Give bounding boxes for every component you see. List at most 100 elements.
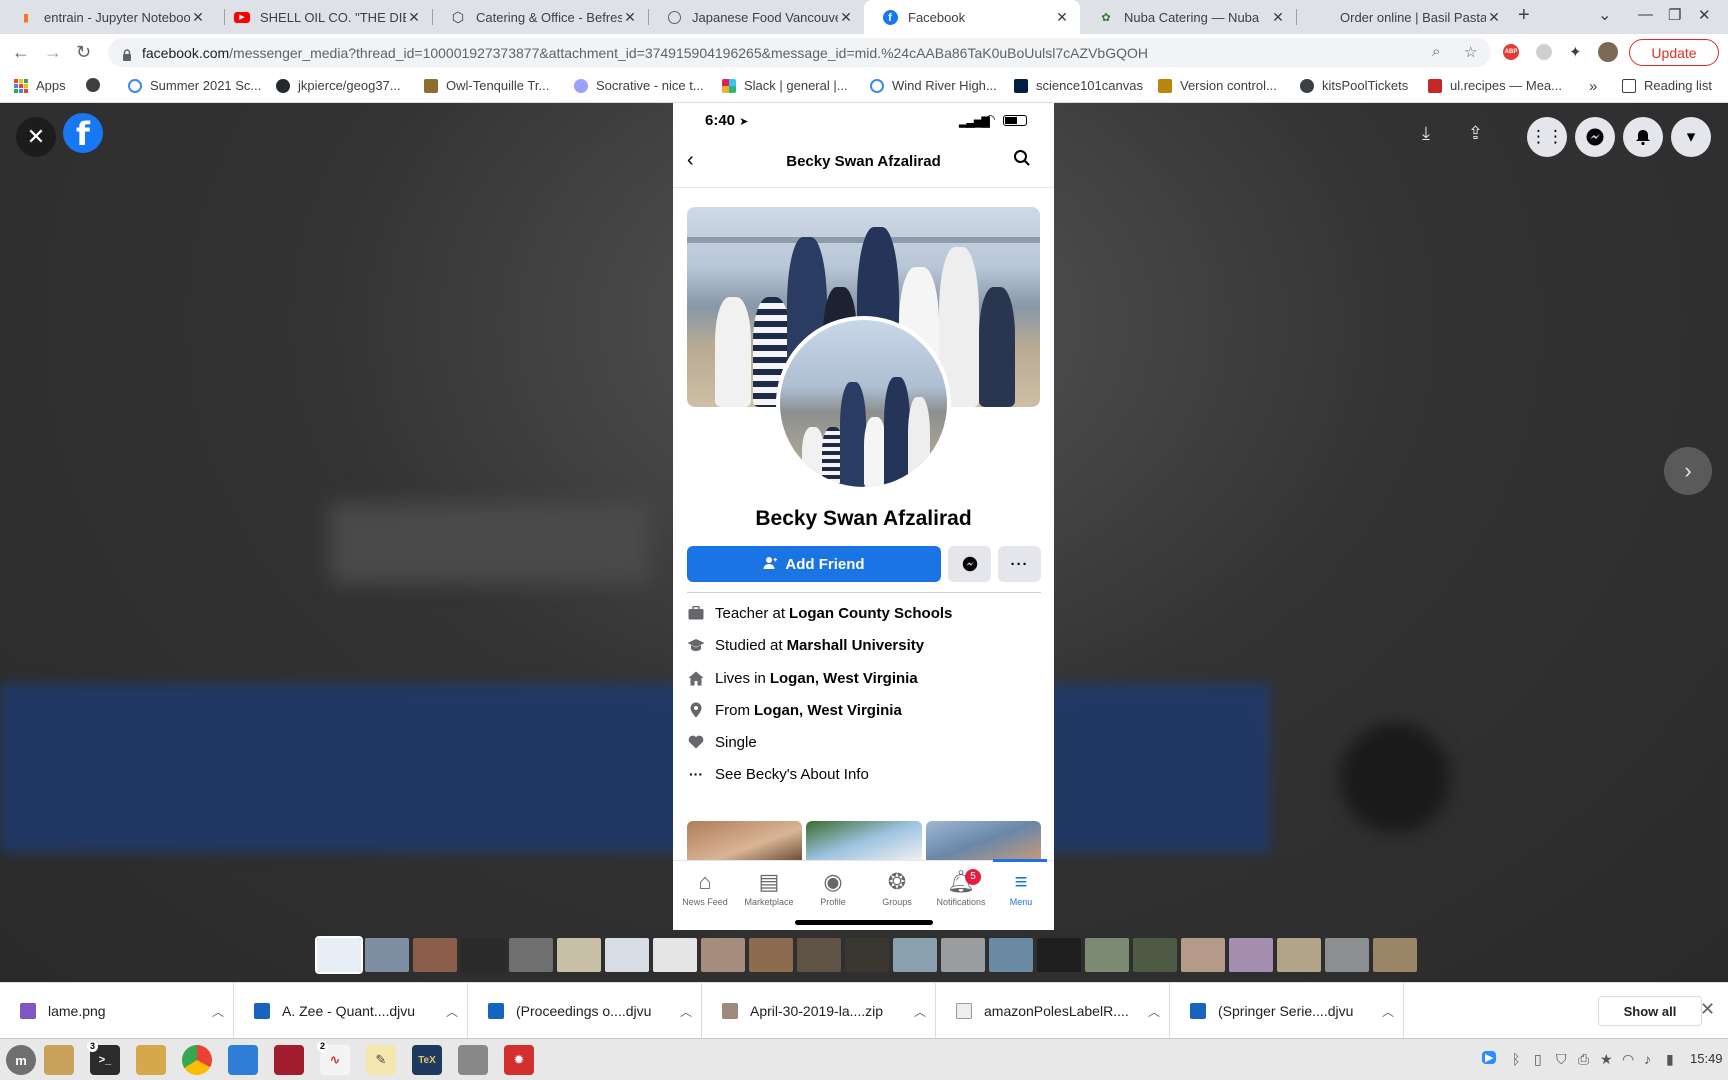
tab-facebook[interactable]: f Facebook ✕ [864, 0, 1080, 34]
forward-icon[interactable]: → [44, 42, 62, 63]
text-editor-icon[interactable]: ✎ [366, 1045, 396, 1075]
bookmark-summer-2021[interactable]: Summer 2021 Sc... [128, 78, 261, 93]
show-all-downloads-button[interactable]: Show all [1598, 996, 1702, 1026]
chevron-up-icon[interactable]: ︿ [905, 1003, 935, 1020]
linux-mint-menu-icon[interactable]: m [6, 1045, 36, 1075]
chevron-up-icon[interactable]: ︿ [437, 1003, 467, 1020]
folder-icon[interactable] [136, 1045, 166, 1075]
bookmark-wind-river[interactable]: Wind River High... [870, 78, 997, 93]
video-player-icon[interactable] [228, 1045, 258, 1075]
zoom-icon[interactable]: ⌕ [1432, 43, 1440, 60]
tab-japanese-food[interactable]: Japanese Food Vancouve ✕ [648, 0, 864, 34]
update-button[interactable]: Update [1629, 39, 1719, 66]
wifi-icon[interactable]: ◠ [1622, 1051, 1634, 1068]
share-icon[interactable]: ⇪ [1468, 123, 1483, 144]
media-thumbnail[interactable] [1181, 938, 1225, 972]
reload-icon[interactable]: ↻ [76, 42, 91, 63]
download-item[interactable]: amazonPolesLabelR.... ︿ [936, 983, 1170, 1039]
bookmark-kits-pool[interactable]: kitsPoolTickets [1300, 78, 1408, 93]
download-item[interactable]: lame.png ︿ [0, 983, 234, 1039]
media-thumbnail[interactable] [749, 938, 793, 972]
media-thumbnail[interactable] [365, 938, 409, 972]
media-thumbnail[interactable] [509, 938, 553, 972]
volume-icon[interactable]: ♪ [1644, 1051, 1651, 1067]
media-thumbnail[interactable] [461, 938, 505, 972]
bookmark-apps[interactable]: Apps [14, 78, 66, 93]
extension-icon[interactable] [1536, 44, 1552, 60]
chevron-up-icon[interactable]: ︿ [1373, 1003, 1403, 1020]
adblock-icon[interactable]: ABP [1503, 44, 1519, 60]
bookmark-owl-tenquille[interactable]: Owl-Tenquille Tr... [424, 78, 549, 93]
download-item[interactable]: A. Zee - Quant....djvu ︿ [234, 983, 468, 1039]
download-item[interactable]: April-30-2019-la....zip ︿ [702, 983, 936, 1039]
close-tab-icon[interactable]: ✕ [622, 9, 638, 26]
reading-list[interactable]: Reading list [1622, 78, 1712, 93]
tab-basil-pasta[interactable]: Order online | Basil Pasta ✕ [1296, 0, 1512, 34]
system-icon[interactable] [458, 1045, 488, 1075]
notifications-button[interactable] [1623, 117, 1663, 157]
media-thumbnail[interactable] [413, 938, 457, 972]
messenger-button[interactable] [1575, 117, 1615, 157]
bookmark-slack[interactable]: Slack | general |... [722, 78, 848, 93]
close-viewer-button[interactable]: ✕ [16, 117, 56, 157]
download-icon[interactable]: ⤓ [1422, 123, 1430, 144]
account-menu-button[interactable]: ▾ [1671, 117, 1711, 157]
media-thumbnail[interactable] [1325, 938, 1369, 972]
bookmark-science101[interactable]: science101canvas [1014, 78, 1143, 93]
tab-search-icon[interactable]: ⌄ [1598, 5, 1611, 25]
media-thumbnail[interactable] [1277, 938, 1321, 972]
restore-icon[interactable]: ❐ [1668, 6, 1681, 24]
terminal-icon[interactable]: >_ 3 [87, 1041, 120, 1075]
close-downloads-icon[interactable]: ✕ [1700, 999, 1715, 1020]
address-bar[interactable]: facebook.com/messenger_media?thread_id=1… [108, 38, 1491, 67]
tab-shell-oil[interactable]: ▶ SHELL OIL CO. "THE DIESE ✕ [216, 0, 432, 34]
media-thumbnail[interactable] [557, 938, 601, 972]
close-tab-icon[interactable]: ✕ [406, 9, 422, 26]
download-item[interactable]: (Proceedings o....djvu ︿ [468, 983, 702, 1039]
minimize-icon[interactable]: — [1638, 6, 1653, 23]
back-icon[interactable]: ← [12, 42, 30, 63]
media-thumbnail[interactable] [315, 936, 363, 974]
media-thumbnail[interactable] [1085, 938, 1129, 972]
close-window-icon[interactable]: ✕ [1698, 6, 1711, 24]
media-thumbnail[interactable] [1133, 938, 1177, 972]
close-tab-icon[interactable]: ✕ [1054, 9, 1070, 26]
media-thumbnail[interactable] [653, 938, 697, 972]
media-thumbnail[interactable] [941, 938, 985, 972]
tex-icon[interactable]: TeX [412, 1045, 442, 1075]
tab-jupyter[interactable]: ▮ entrain - Jupyter Noteboo ✕ [0, 0, 216, 34]
chevron-up-icon[interactable]: ︿ [1139, 1003, 1169, 1020]
clipboard-icon[interactable]: ▯ [1534, 1051, 1542, 1068]
close-tab-icon[interactable]: ✕ [838, 9, 854, 26]
tab-nuba[interactable]: ✿ Nuba Catering — Nuba ✕ [1080, 0, 1296, 34]
chrome-icon[interactable] [182, 1045, 212, 1075]
facebook-logo-icon[interactable]: f [63, 113, 103, 153]
bookmark-ul-recipes[interactable]: ul.recipes — Mea... [1428, 78, 1562, 93]
new-tab-button[interactable]: + [1518, 4, 1530, 27]
bookmarks-overflow[interactable]: » [1589, 78, 1597, 95]
media-thumbnail[interactable] [989, 938, 1033, 972]
download-item[interactable]: (Springer Serie....djvu ︿ [1170, 983, 1404, 1039]
bookmark-version-control[interactable]: Version control... [1158, 78, 1277, 93]
settings-gear-icon[interactable]: ✹ [504, 1045, 534, 1075]
printer-icon[interactable]: ⎙ [1578, 1051, 1589, 1068]
tab-catering[interactable]: ⬡ Catering & Office - Befres ✕ [432, 0, 648, 34]
profile-avatar[interactable] [1598, 42, 1618, 62]
bluetooth-icon[interactable]: ᛒ [1512, 1051, 1520, 1067]
bookmark-socrative[interactable]: Socrative - nice t... [574, 78, 704, 93]
media-thumbnail[interactable] [845, 938, 889, 972]
bookmark-star-icon[interactable]: ☆ [1464, 43, 1477, 61]
battery-icon[interactable]: ▮ [1666, 1051, 1674, 1068]
shield-icon[interactable]: ⛉ [1556, 1051, 1567, 1068]
extensions-puzzle-icon[interactable]: ✦ [1569, 43, 1582, 61]
media-thumbnail[interactable] [605, 938, 649, 972]
media-thumbnail[interactable] [1373, 938, 1417, 972]
media-thumbnail[interactable] [893, 938, 937, 972]
media-thumbnail[interactable] [701, 938, 745, 972]
chevron-up-icon[interactable]: ︿ [671, 1003, 701, 1020]
close-tab-icon[interactable]: ✕ [190, 9, 206, 26]
mendeley-icon[interactable] [274, 1045, 304, 1075]
next-photo-button[interactable]: › [1664, 447, 1712, 495]
chevron-up-icon[interactable]: ︿ [203, 1003, 233, 1020]
media-thumbnail[interactable] [1037, 938, 1081, 972]
